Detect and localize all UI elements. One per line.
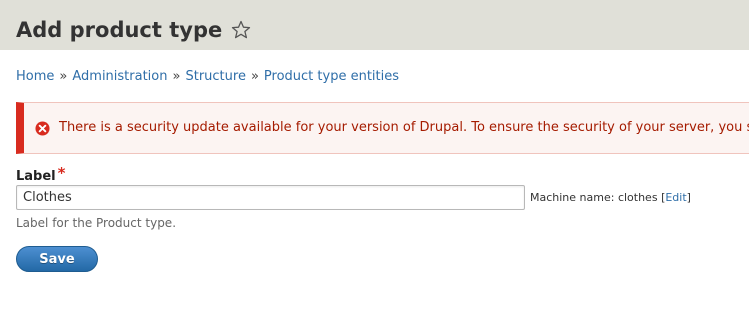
breadcrumb-home-link[interactable]: Home: [16, 69, 54, 84]
breadcrumb-administration-link[interactable]: Administration: [72, 69, 167, 84]
label-field-label-text: Label: [16, 169, 56, 184]
page-title: Add product type: [16, 18, 223, 42]
breadcrumb-structure-link[interactable]: Structure: [185, 69, 245, 84]
error-circle-icon: [35, 121, 50, 136]
machine-name: Machine name: clothes [Edit]: [530, 190, 691, 206]
label-input[interactable]: [16, 185, 525, 210]
breadcrumb-separator: »: [172, 69, 181, 84]
label-field-description: Label for the Product type.: [16, 216, 177, 230]
breadcrumb: Home » Administration » Structure » Product ty…: [16, 68, 399, 86]
breadcrumb-product-type-entities-link[interactable]: Product type entities: [264, 69, 399, 84]
machine-name-edit-link[interactable]: Edit: [665, 191, 686, 204]
star-outline-icon[interactable]: [231, 20, 251, 40]
required-marker: *: [57, 164, 66, 182]
save-button[interactable]: Save: [16, 246, 98, 272]
error-message-text: There is a security update available for…: [59, 120, 749, 135]
breadcrumb-separator: »: [59, 69, 68, 84]
error-message: There is a security update available for…: [16, 102, 749, 154]
breadcrumb-separator: »: [250, 69, 259, 84]
page-header: Add product type: [0, 0, 749, 50]
machine-name-text: Machine name: clothes: [530, 191, 658, 204]
label-field-label: Label *: [16, 164, 66, 186]
machine-name-close-bracket: ]: [686, 191, 691, 204]
